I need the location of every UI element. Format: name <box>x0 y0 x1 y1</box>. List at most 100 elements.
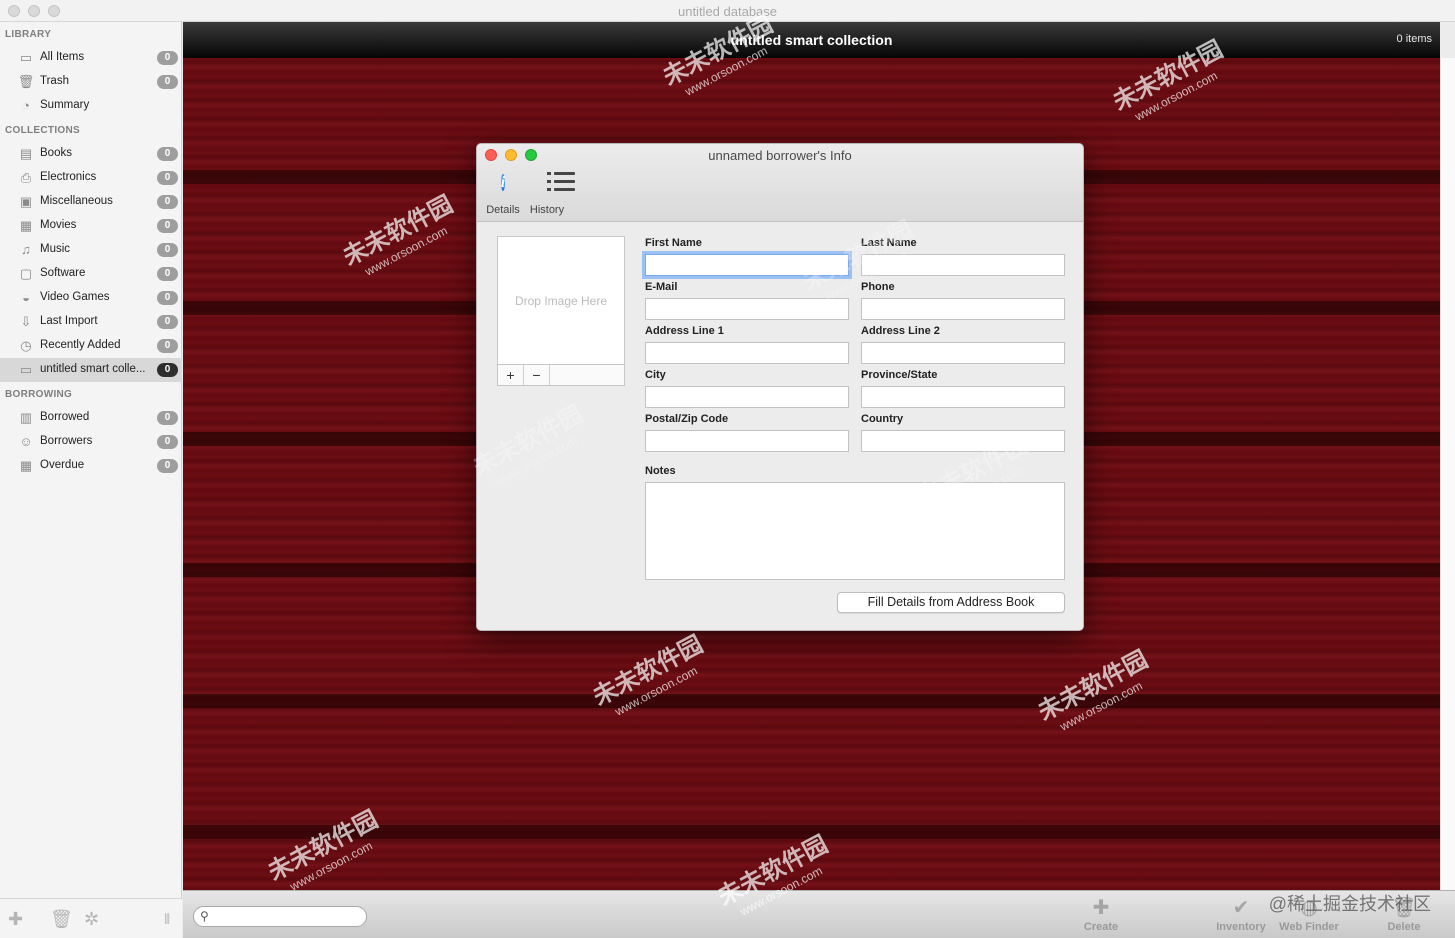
count-badge: 0 <box>157 219 178 233</box>
sidebar-item-miscellaneous[interactable]: ▣ Miscellaneous 0 <box>0 190 182 214</box>
province-state-label: Province/State <box>861 369 938 381</box>
postal-code-label: Postal/Zip Code <box>645 413 729 425</box>
address-line-1-field[interactable] <box>645 342 849 364</box>
item-count: 0 items <box>1396 33 1432 45</box>
dialog-titlebar: unnamed borrower's Info i Details Histor… <box>477 144 1083 222</box>
count-badge: 0 <box>157 243 178 257</box>
web-finder-label: Web Finder <box>1279 921 1339 933</box>
gamepad-icon: ◒ <box>22 290 30 305</box>
search-input[interactable] <box>216 909 356 924</box>
resize-handle-icon[interactable]: ⦀ <box>164 909 170 929</box>
plus-icon: ✚ <box>1092 897 1110 919</box>
sidebar-item-untitled-smart-collection[interactable]: ▭ untitled smart colle... 0 <box>0 358 182 382</box>
city-label: City <box>645 369 666 381</box>
bottom-toolbar: ⚲ ✚ Create ✔ Inventory ◍ Web Finder 🗑 De… <box>183 890 1455 938</box>
sidebar-item-label: Miscellaneous <box>40 195 113 207</box>
sidebar-item-video-games[interactable]: ◒ Video Games 0 <box>0 286 182 310</box>
box-icon: ▣ <box>19 194 33 209</box>
sidebar-item-all-items[interactable]: ▭ All Items 0 <box>0 46 182 70</box>
count-badge: 0 <box>157 363 178 377</box>
tab-details-label: Details <box>486 204 520 216</box>
search-field[interactable]: ⚲ <box>193 906 367 927</box>
drop-image-placeholder: Drop Image Here <box>514 294 608 308</box>
trash-icon[interactable]: 🗑 <box>50 909 73 929</box>
add-image-button[interactable]: + <box>498 365 524 385</box>
add-collection-icon[interactable]: ✚ <box>8 909 23 929</box>
count-badge: 0 <box>157 411 178 425</box>
count-badge: 0 <box>157 51 178 65</box>
gear-icon[interactable]: ✲ <box>84 909 99 929</box>
sidebar-item-overdue[interactable]: ▦ Overdue 0 <box>0 454 182 478</box>
sidebar-item-label: Electronics <box>40 171 97 183</box>
count-badge: 0 <box>157 435 178 449</box>
email-label: E-Mail <box>645 281 678 293</box>
collection-header: untitled smart collection 0 items <box>183 22 1440 58</box>
sidebar-item-books[interactable]: ▤ Books 0 <box>0 142 182 166</box>
dialog-title: unnamed borrower's Info <box>708 148 852 163</box>
count-badge: 0 <box>157 171 178 185</box>
count-badge: 0 <box>157 459 178 473</box>
sidebar-toolbar: ✚ 🗑 ✲ ⦀ <box>0 898 182 938</box>
sidebar-item-movies[interactable]: ▦ Movies 0 <box>0 214 182 238</box>
import-icon: ⇩ <box>20 314 32 329</box>
borrower-info-dialog: unnamed borrower's Info i Details Histor… <box>476 143 1084 631</box>
info-icon: i <box>500 174 506 191</box>
trash-icon: 🗑 <box>17 74 35 89</box>
city-field[interactable] <box>645 386 849 408</box>
clock-icon: ◷ <box>20 338 32 353</box>
corner-watermark: @稀土掘金技术社区 <box>1268 894 1431 914</box>
sidebar-item-summary[interactable]: ◔ Summary <box>0 94 182 118</box>
count-badge: 0 <box>157 291 178 305</box>
sidebar-item-recently-added[interactable]: ◷ Recently Added 0 <box>0 334 182 358</box>
sidebar-item-software[interactable]: ▢ Software 0 <box>0 262 182 286</box>
sidebar-item-label: Last Import <box>40 315 98 327</box>
image-well-controls: + − <box>497 364 625 386</box>
create-button[interactable]: ✚ Create <box>1066 895 1136 933</box>
province-state-field[interactable] <box>861 386 1065 408</box>
sidebar-item-last-import[interactable]: ⇩ Last Import 0 <box>0 310 182 334</box>
sidebar-item-music[interactable]: ♫ Music 0 <box>0 238 182 262</box>
sidebar-item-trash[interactable]: 🗑 Trash 0 <box>0 70 182 94</box>
create-label: Create <box>1083 921 1119 933</box>
sidebar-item-label: Borrowed <box>40 411 90 423</box>
sidebar-item-borrowed[interactable]: ▥ Borrowed 0 <box>0 406 182 430</box>
delete-label: Delete <box>1387 921 1421 933</box>
sidebar-item-borrowers[interactable]: ☺ Borrowers 0 <box>0 430 182 454</box>
tab-history[interactable]: History <box>527 170 575 216</box>
tab-details[interactable]: i Details <box>484 170 522 216</box>
last-name-label: Last Name <box>861 237 917 249</box>
first-name-field[interactable] <box>645 254 849 276</box>
sidebar-item-label: Borrowers <box>40 435 93 447</box>
window-titlebar: untitled database <box>0 0 1455 22</box>
phone-field[interactable] <box>861 298 1065 320</box>
vertical-scrollbar[interactable] <box>1440 58 1455 890</box>
sidebar-section-collections: COLLECTIONS <box>5 125 80 136</box>
calendar-icon: ▦ <box>19 458 33 473</box>
notes-field[interactable] <box>645 482 1065 580</box>
country-label: Country <box>861 413 904 425</box>
checkmark-icon: ✔ <box>1232 897 1250 919</box>
sidebar-item-label: All Items <box>40 51 85 63</box>
address-line-2-field[interactable] <box>861 342 1065 364</box>
address-line-2-label: Address Line 2 <box>861 325 940 337</box>
smart-folder-icon: ▭ <box>19 362 33 377</box>
printer-icon: ⎙ <box>20 170 32 185</box>
remove-image-button[interactable]: − <box>524 365 550 385</box>
email-field[interactable] <box>645 298 849 320</box>
fill-from-address-book-button[interactable]: Fill Details from Address Book <box>837 592 1065 613</box>
postal-code-field[interactable] <box>645 430 849 452</box>
sidebar-item-label: untitled smart colle... <box>40 363 146 375</box>
film-icon: ▦ <box>19 218 33 233</box>
sidebar-item-label: Video Games <box>40 291 110 303</box>
country-field[interactable] <box>861 430 1065 452</box>
count-badge: 0 <box>157 315 178 329</box>
tray-icon: ▭ <box>19 50 33 65</box>
music-note-icon: ♫ <box>21 242 31 257</box>
count-badge: 0 <box>157 195 178 209</box>
tab-history-label: History <box>529 204 565 216</box>
sidebar-item-electronics[interactable]: ⎙ Electronics 0 <box>0 166 182 190</box>
sidebar-item-label: Books <box>40 147 72 159</box>
collection-title: untitled smart collection <box>730 32 893 48</box>
inventory-button[interactable]: ✔ Inventory <box>1206 895 1276 933</box>
last-name-field[interactable] <box>861 254 1065 276</box>
